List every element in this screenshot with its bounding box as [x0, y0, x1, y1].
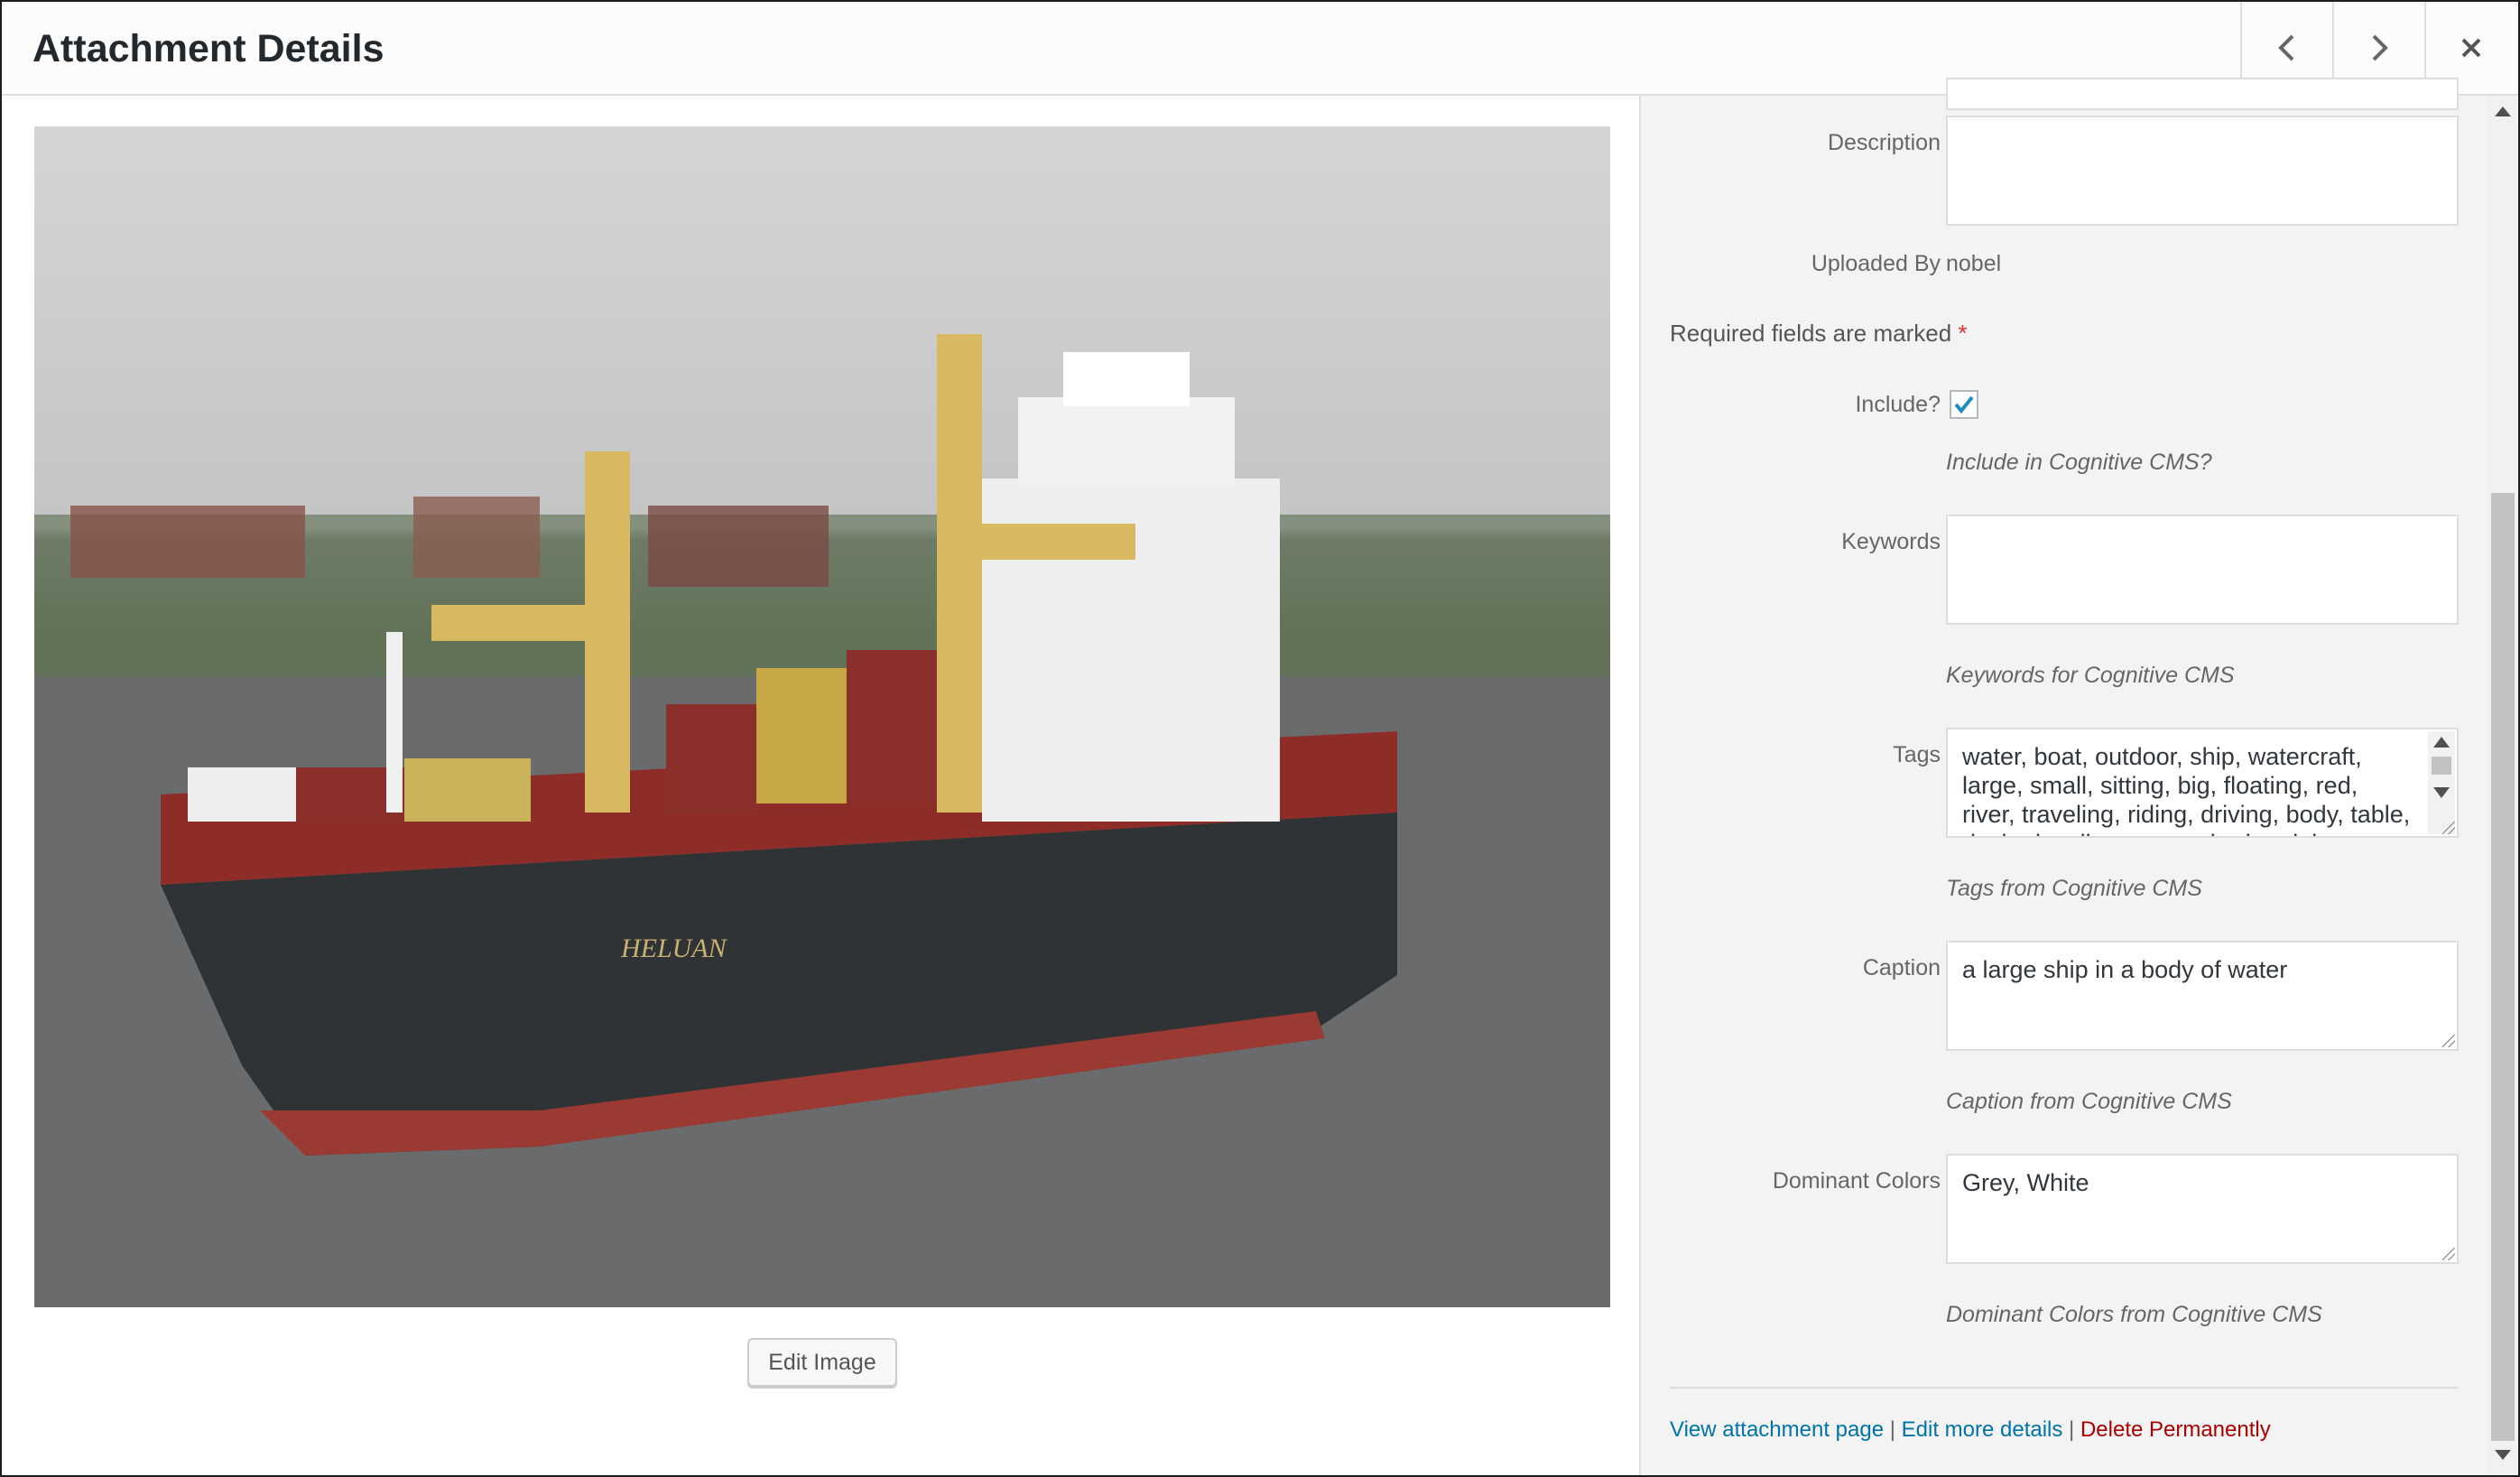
tags-help-text: Tags from Cognitive CMS: [1946, 876, 2202, 901]
actions-divider: [1670, 1387, 2459, 1389]
tags-textarea[interactable]: water, boat, outdoor, ship, watercraft, …: [1946, 728, 2459, 838]
dominant-colors-help-text: Dominant Colors from Cognitive CMS: [1946, 1302, 2322, 1327]
link-separator: |: [1889, 1417, 1895, 1442]
description-label: Description: [1827, 130, 1941, 155]
close-icon: [2461, 38, 2481, 58]
attachment-actions: View attachment page | Edit more details…: [1670, 1417, 2271, 1443]
resize-grip-icon[interactable]: [2442, 1035, 2455, 1047]
checkmark-icon: [1954, 395, 1974, 414]
uploaded-by-label: Uploaded By: [1811, 251, 1941, 276]
attachment-media-view: HELUAN Edit Image: [2, 96, 1639, 1475]
previous-field-input[interactable]: [1946, 78, 2459, 110]
edit-more-details-link[interactable]: Edit more details: [1902, 1417, 2063, 1442]
include-help-text: Include in Cognitive CMS?: [1946, 450, 2212, 475]
container-ship-photo: HELUAN: [34, 334, 1610, 1307]
edit-image-button[interactable]: Edit Image: [747, 1338, 897, 1387]
tags-value: water, boat, outdoor, ship, watercraft, …: [1962, 743, 2411, 836]
include-checkbox[interactable]: [1950, 390, 1978, 419]
tags-label: Tags: [1893, 742, 1941, 767]
scroll-up-arrow-icon[interactable]: [2433, 737, 2450, 748]
caption-textarea[interactable]: a large ship in a body of water: [1946, 941, 2459, 1051]
description-textarea[interactable]: [1946, 116, 2459, 226]
panel-scrollbar[interactable]: [2488, 96, 2518, 1475]
scroll-down-arrow-icon[interactable]: [2495, 1450, 2511, 1460]
dominant-colors-value: Grey, White: [1962, 1169, 2089, 1196]
modal-title: Attachment Details: [32, 27, 384, 70]
caption-value: a large ship in a body of water: [1962, 956, 2288, 983]
chevron-right-icon: [2372, 34, 2388, 61]
dominant-colors-textarea[interactable]: Grey, White: [1946, 1154, 2459, 1264]
caption-label: Caption: [1862, 955, 1941, 980]
attachment-details-panel: Description Uploaded By nobel Required f…: [1639, 78, 2488, 1475]
attachment-image: HELUAN: [34, 126, 1610, 1307]
attachment-details-modal: Attachment Details HELUAN Edit Image Des…: [0, 0, 2520, 1477]
chevron-left-icon: [2278, 34, 2294, 61]
keywords-textarea[interactable]: [1946, 515, 2459, 625]
required-note-text: Required fields are marked: [1670, 320, 1952, 347]
scroll-down-arrow-icon[interactable]: [2433, 787, 2450, 798]
caption-help-text: Caption from Cognitive CMS: [1946, 1089, 2232, 1114]
keywords-label: Keywords: [1841, 529, 1941, 554]
tags-scrollbar[interactable]: [2428, 731, 2455, 834]
required-fields-note: Required fields are marked *: [1670, 320, 1968, 348]
uploaded-by-value: nobel: [1946, 251, 2002, 276]
panel-scroll-thumb[interactable]: [2491, 493, 2515, 1441]
scroll-up-arrow-icon[interactable]: [2495, 107, 2511, 116]
resize-grip-icon[interactable]: [2442, 822, 2455, 834]
link-separator: |: [2069, 1417, 2075, 1442]
include-label: Include?: [1855, 392, 1941, 417]
required-marker: *: [1958, 320, 1968, 347]
delete-permanently-link[interactable]: Delete Permanently: [2080, 1417, 2271, 1442]
keywords-help-text: Keywords for Cognitive CMS: [1946, 663, 2235, 688]
dominant-colors-label: Dominant Colors: [1772, 1168, 1941, 1194]
view-attachment-page-link[interactable]: View attachment page: [1670, 1417, 1884, 1442]
resize-grip-icon[interactable]: [2442, 1248, 2455, 1260]
tags-scroll-thumb[interactable]: [2432, 757, 2451, 775]
ship-name-text: HELUAN: [620, 934, 728, 963]
